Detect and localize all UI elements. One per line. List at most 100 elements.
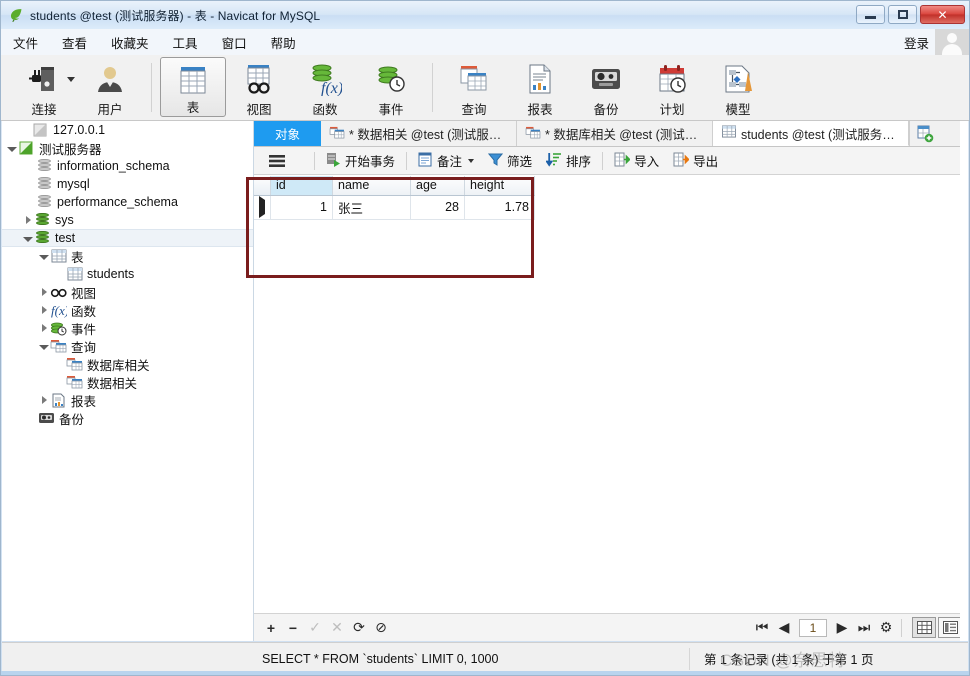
tree-node-queries-folder[interactable]: 查询 [2,337,253,355]
tree-node-functions-folder[interactable]: f(x) 函数 [2,301,253,319]
twisty-closed-icon[interactable] [38,286,50,298]
stop-button[interactable]: ⊘ [370,618,392,638]
menu-window[interactable]: 窗口 [210,30,259,55]
column-header-name[interactable]: name [332,176,411,196]
tab-objects[interactable]: 对象 [254,121,321,146]
tree-node-views-folder[interactable]: 视图 [2,283,253,301]
toolbar-button-query[interactable]: 查询 [441,55,507,120]
column-header-id[interactable]: id [270,176,333,196]
tree-node-information-schema[interactable]: information_schema [2,157,253,175]
twisty-closed-icon[interactable] [38,304,50,316]
avatar[interactable] [935,29,969,55]
cell-height[interactable]: 1.78 [464,195,535,220]
toolbar-button-user[interactable]: 用户 [77,55,143,120]
menu-right-group: 登录 [904,29,969,55]
toolbar-label-user: 用户 [97,103,123,117]
toolbar-button-backup[interactable]: 备份 [573,55,639,120]
add-record-button[interactable]: + [260,618,282,638]
note-button[interactable]: 备注 [411,149,481,172]
tree-label: 表 [71,250,84,265]
chevron-down-icon[interactable] [67,77,75,82]
delete-record-button[interactable]: − [282,618,304,638]
grid-settings-button[interactable]: ⚙ [875,618,897,638]
page-number-input[interactable]: 1 [799,618,827,637]
toolbar-label-event: 事件 [378,103,404,117]
twisty-closed-icon[interactable] [38,394,50,406]
column-header-age[interactable]: age [410,176,465,196]
tab-students-table[interactable]: students @test (测试服务器) ... [713,121,909,146]
navicat-window: students @test (测试服务器) - 表 - Navicat for… [0,0,970,676]
toolbar-divider-3 [602,151,604,170]
cancel-edit-button[interactable]: ✕ [326,618,348,638]
model-icon [716,60,760,98]
maximize-button[interactable] [888,5,917,24]
event-folder-icon [50,320,67,336]
vertical-scrollbar[interactable] [960,121,968,641]
form-view-icon[interactable] [938,617,962,638]
navigation-sidebar[interactable]: 127.0.0.1 测试服务器 information_schema mysql… [2,121,254,641]
toolbar-button-table[interactable]: 表 [160,57,226,117]
twisty-open-icon[interactable] [22,232,34,244]
svg-text:f(x): f(x) [321,80,342,96]
tree-node-sys[interactable]: sys [2,211,253,229]
chevron-down-icon[interactable] [468,158,475,163]
toolbar-button-connection[interactable]: 连接 [11,55,77,120]
column-header-height[interactable]: height [464,176,535,196]
toolbar-button-view[interactable]: 视图 [226,55,292,120]
menu-file[interactable]: 文件 [1,30,50,55]
tree-node-tables-folder[interactable]: 表 [2,247,253,265]
tree-node-127-0-0-1[interactable]: 127.0.0.1 [2,121,253,139]
twisty-open-icon[interactable] [38,340,50,352]
last-page-button[interactable]: ⏭ [853,618,875,638]
twisty-closed-icon[interactable] [22,214,34,226]
tree-node-students[interactable]: students [2,265,253,283]
sort-button[interactable]: 排序 [539,149,598,172]
tab-query-database-related[interactable]: * 数据库相关 @test (测试服务... [517,121,713,146]
close-button[interactable]: ✕ [920,5,965,24]
twisty-open-icon[interactable] [6,142,18,154]
cell-id[interactable]: 1 [270,195,333,220]
hamburger-icon[interactable] [262,152,292,170]
toolbar-button-schedule[interactable]: 计划 [639,55,705,120]
menu-view[interactable]: 查看 [50,30,99,55]
tree-node-performance-schema[interactable]: performance_schema [2,193,253,211]
tree-node-mysql[interactable]: mysql [2,175,253,193]
table-row[interactable]: 1 张三 28 1.78 [254,195,535,220]
import-button[interactable]: 导入 [607,149,666,172]
first-page-button[interactable]: ⏮ [751,618,773,638]
query-tab-icon [329,126,345,142]
menu-favorites[interactable]: 收藏夹 [99,30,161,55]
menu-help[interactable]: 帮助 [259,30,308,55]
data-grid[interactable]: id name age height 1 张三 28 1.78 [254,176,968,613]
login-link[interactable]: 登录 [904,33,929,52]
tree-node-events-folder[interactable]: 事件 [2,319,253,337]
cell-age[interactable]: 28 [410,195,465,220]
tree-node-query-database-related[interactable]: 数据库相关 [2,355,253,373]
refresh-button[interactable]: ⟳ [348,618,370,638]
tab-query-data-related[interactable]: * 数据相关 @test (测试服务器... [321,121,517,146]
twisty-open-icon[interactable] [38,250,50,262]
tree-node-query-data-related[interactable]: 数据相关 [2,373,253,391]
grid-view-icon[interactable] [912,617,936,638]
minimize-button[interactable] [856,5,885,24]
toolbar-button-function[interactable]: f(x) 函数 [292,55,358,120]
next-page-button[interactable]: ▶ [831,618,853,638]
toolbar-button-report[interactable]: 报表 [507,55,573,120]
tree-node-backups-folder[interactable]: 备份 [2,409,253,427]
tree-node-test-server[interactable]: 测试服务器 [2,139,253,157]
export-button[interactable]: 导出 [666,149,725,172]
cell-name[interactable]: 张三 [332,195,411,220]
toolbar-button-model[interactable]: 模型 [705,55,771,120]
filter-label: 筛选 [507,155,533,169]
tree-node-test[interactable]: test [2,229,253,247]
prev-page-button[interactable]: ◀ [773,618,795,638]
confirm-edit-button[interactable]: ✓ [304,618,326,638]
menu-tools[interactable]: 工具 [161,30,210,55]
toolbar-button-event[interactable]: 事件 [358,55,424,120]
twisty-closed-icon[interactable] [38,322,50,334]
tree-node-reports-folder[interactable]: 报表 [2,391,253,409]
new-tab-icon[interactable] [909,121,939,146]
toolbar-label-query: 查询 [461,103,487,117]
filter-button[interactable]: 筛选 [481,149,539,172]
begin-transaction-button[interactable]: 开始事务 [319,149,402,172]
